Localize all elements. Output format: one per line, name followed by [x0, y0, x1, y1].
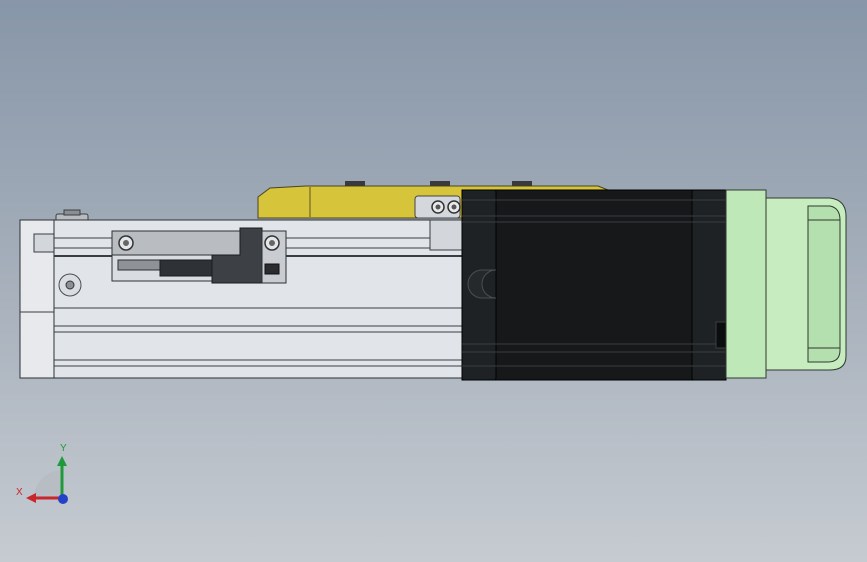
stepper-motor — [461, 189, 727, 381]
x-axis-label: X — [16, 487, 23, 498]
y-axis-label: Y — [60, 443, 67, 454]
triad-graphic — [26, 456, 68, 504]
model-view[interactable] — [0, 0, 867, 562]
carriage — [111, 227, 287, 284]
cad-viewport[interactable]: X Y — [0, 0, 867, 562]
motor-end-cap — [725, 189, 847, 379]
coordinate-triad: X Y — [10, 440, 80, 510]
